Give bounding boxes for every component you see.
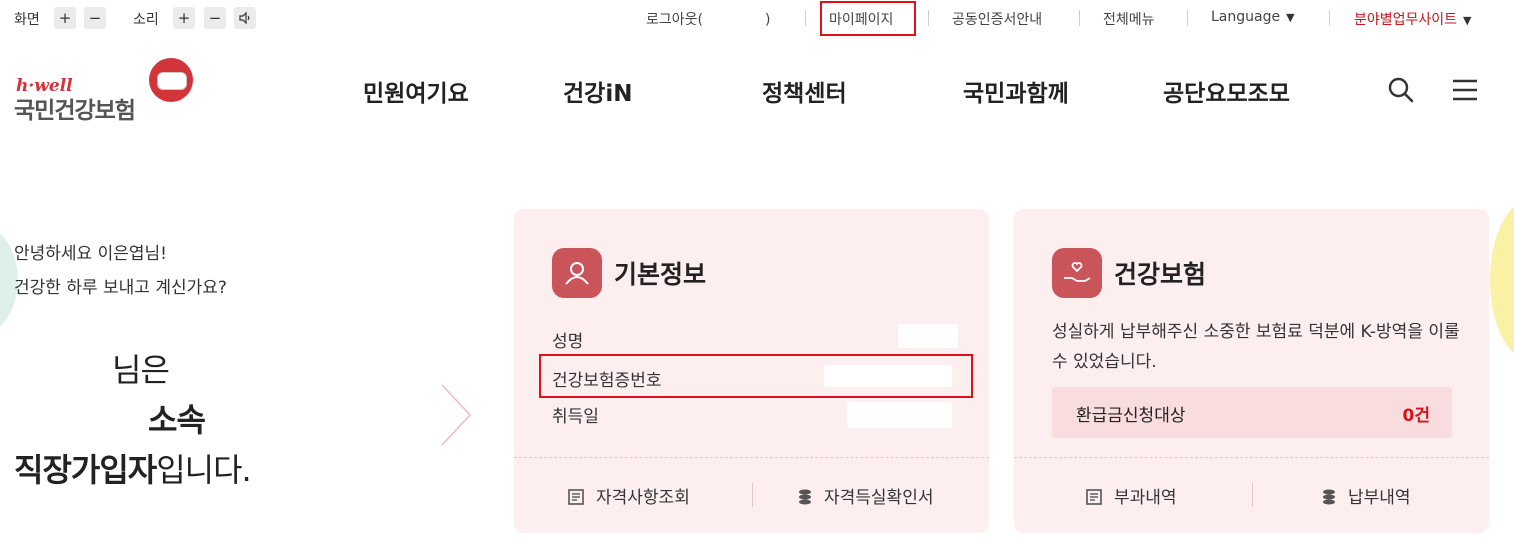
refund-label: 환급금신청대상 [1076,406,1186,426]
logout-link[interactable]: 로그아웃() [646,9,770,29]
greeting-line1: 안녕하세요 이은엽님! [14,244,167,264]
coins-icon [1323,489,1335,505]
status-line3: 직장가입자입니다. [14,445,252,491]
acquisition-date-value-masked [847,402,952,428]
decorative-circle [1490,200,1514,360]
greeting-line2: 건강한 하루 보내고 계신가요? [14,278,227,298]
menu-icon[interactable] [1451,76,1479,108]
card-divider [1014,457,1489,458]
insurance-number-highlight-box [539,354,973,398]
field-sites-select[interactable]: 분야별업무사이트 ▼ [1354,9,1472,29]
chevron-right-icon [440,383,472,451]
screen-zoom-in-button[interactable]: + [54,7,76,29]
logo-mark-icon [149,58,193,102]
health-insurance-card: 건강보험 성실하게 납부해주신 소중한 보험료 덕분에 K-방역을 이룰 수 있… [1014,209,1489,533]
field-sites-label: 분야별업무사이트 [1354,12,1458,28]
refund-count: 0건 [1402,406,1430,426]
all-menu-link[interactable]: 전체메뉴 [1103,9,1155,29]
nav-item-civil[interactable]: 민원여기요 [363,74,469,108]
basic-info-title: 기본정보 [614,260,707,289]
divider [1187,10,1188,26]
coins-icon [799,489,811,505]
status-suffix: 입니다. [156,451,251,489]
language-label: Language [1211,9,1281,25]
refund-row[interactable]: 환급금신청대상 0건 [1052,387,1452,438]
qualification-inquiry-label: 자격사항조회 [596,488,690,508]
charge-history-button[interactable]: 부과내역 [1084,483,1177,508]
language-select[interactable]: Language ▼ [1211,9,1295,25]
basic-info-card: 기본정보 성명 건강보험증번호 취득일 자격사항조회 자격득실확인서 [514,209,989,533]
health-insurance-description: 성실하게 납부해주신 소중한 보험료 덕분에 K-방역을 이룰 수 있었습니다. [1052,322,1460,372]
name-value-masked [898,324,958,348]
caret-down-icon: ▼ [1286,11,1295,24]
screen-zoom-out-button[interactable]: − [84,7,106,29]
heart-hand-icon [1052,248,1102,298]
charge-history-label: 부과내역 [1114,488,1177,508]
logo-name: 국민건강보험 [14,98,136,124]
utility-bar: 화면 + − 소리 + − 로그아웃() 마이페이지 공동인증서안내 전체메뉴 … [0,0,1514,38]
nav-item-about[interactable]: 공단요모조모 [1163,74,1290,108]
divider [752,483,753,507]
certificate-guide-link[interactable]: 공동인증서안내 [952,9,1042,29]
mypage-highlight-box [820,1,916,36]
status-line2: 소속 [148,401,206,439]
sound-down-button[interactable]: − [204,7,226,29]
screen-size-label: 화면 [14,12,40,28]
sound-label: 소리 [133,12,159,28]
nav-item-with-people[interactable]: 국민과함께 [963,74,1069,108]
divider [805,10,806,26]
divider [928,10,929,26]
divider [1079,10,1080,26]
name-label: 성명 [552,332,584,352]
document-icon [1086,489,1102,505]
payment-history-label: 납부내역 [1348,488,1411,508]
card-divider [514,457,989,458]
speaker-icon[interactable] [234,7,256,29]
status-line1: 님은 [112,351,170,389]
search-icon[interactable] [1387,76,1415,108]
divider [1329,10,1330,26]
document-icon [568,489,584,505]
sound-up-button[interactable]: + [173,7,195,29]
qualification-certificate-button[interactable]: 자격득실확인서 [796,483,933,508]
payment-history-button[interactable]: 납부내역 [1320,483,1411,508]
member-type: 직장가입자 [14,451,157,489]
nav-item-health-in[interactable]: 건강iN [563,74,632,108]
user-icon [552,248,602,298]
caret-down-icon: ▼ [1463,14,1472,27]
divider [1252,483,1253,507]
logout-label: 로그아웃( [646,12,703,28]
nav-item-policy[interactable]: 정책센터 [762,74,847,108]
nhis-logo[interactable]: h·well 국민건강보험 [14,58,199,124]
qualification-inquiry-button[interactable]: 자격사항조회 [566,483,690,508]
qualification-certificate-label: 자격득실확인서 [824,488,934,508]
acquisition-date-label: 취득일 [552,407,599,427]
health-insurance-title: 건강보험 [1114,260,1207,289]
logout-close: ) [764,12,771,28]
